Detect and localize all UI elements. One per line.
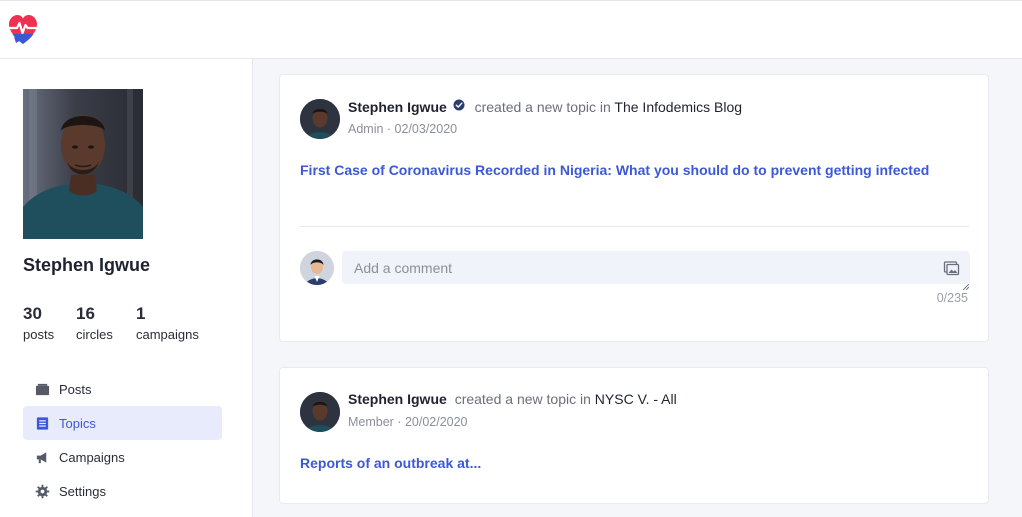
author-name[interactable]: Stephen Igwue xyxy=(348,99,447,115)
post-target-link[interactable]: The Infodemics Blog xyxy=(614,99,742,115)
topics-icon xyxy=(34,415,50,431)
comment-placeholder: Add a comment xyxy=(354,260,453,276)
verified-badge-icon xyxy=(453,98,465,111)
post-action-text: created a new topic in xyxy=(474,99,611,115)
nav-item-posts[interactable]: Posts xyxy=(23,372,222,406)
post-title-link[interactable]: First Case of Coronavirus Recorded in Ni… xyxy=(300,162,929,178)
posts-icon xyxy=(34,381,50,397)
profile-photo[interactable] xyxy=(23,89,143,239)
top-bar xyxy=(0,0,1022,59)
stat-campaigns-value: 1 xyxy=(136,304,146,323)
author-avatar[interactable] xyxy=(300,392,340,432)
post-header: Stephen Igwue created a new topic in NYS… xyxy=(348,391,677,407)
stat-campaigns-label: campaigns xyxy=(136,327,199,342)
comment-input[interactable]: Add a comment xyxy=(342,251,970,291)
divider xyxy=(300,226,969,227)
gear-icon xyxy=(34,483,50,499)
nav-item-posts-label: Posts xyxy=(59,381,92,397)
stat-circles-label: circles xyxy=(76,327,113,342)
post-header: Stephen Igwue created a new topic in The… xyxy=(348,98,742,115)
profile-name: Stephen Igwue xyxy=(23,255,151,275)
image-icon[interactable] xyxy=(943,259,960,276)
post-meta: Admin · 02/03/2020 xyxy=(348,122,458,136)
resize-handle-icon[interactable] xyxy=(962,277,970,291)
post-card: Stephen Igwue created a new topic in NYS… xyxy=(279,367,989,504)
stat-circles[interactable]: 16 circles xyxy=(76,304,113,342)
nav-item-settings[interactable]: Settings xyxy=(23,474,222,508)
post-meta: Member · 20/02/2020 xyxy=(348,415,468,429)
comment-char-counter: 0/235 xyxy=(936,291,968,305)
megaphone-icon xyxy=(34,449,50,465)
post-title-link[interactable]: Reports of an outbreak at... xyxy=(300,455,481,471)
current-user-avatar[interactable] xyxy=(300,251,334,285)
author-avatar[interactable] xyxy=(300,99,340,139)
stat-circles-value: 16 xyxy=(76,304,95,323)
stat-posts[interactable]: 30 posts xyxy=(23,304,54,342)
stat-posts-value: 30 xyxy=(23,304,42,323)
stat-campaigns[interactable]: 1 campaigns xyxy=(136,304,199,342)
app-logo-icon[interactable] xyxy=(8,14,38,46)
post-card: Stephen Igwue created a new topic in The… xyxy=(279,74,989,342)
post-target-link[interactable]: NYSC V. - All xyxy=(595,391,677,407)
nav-item-settings-label: Settings xyxy=(59,483,106,499)
nav-item-topics-label: Topics xyxy=(59,415,96,431)
stat-posts-label: posts xyxy=(23,327,55,342)
post-action-text: created a new topic in xyxy=(454,391,591,407)
nav-item-campaigns[interactable]: Campaigns xyxy=(23,440,222,474)
nav-item-topics[interactable]: Topics xyxy=(23,406,222,440)
author-name[interactable]: Stephen Igwue xyxy=(348,391,447,407)
profile-sidebar: Stephen Igwue 30 posts 16 circles 1 camp… xyxy=(0,59,253,517)
nav-item-campaigns-label: Campaigns xyxy=(59,449,125,465)
